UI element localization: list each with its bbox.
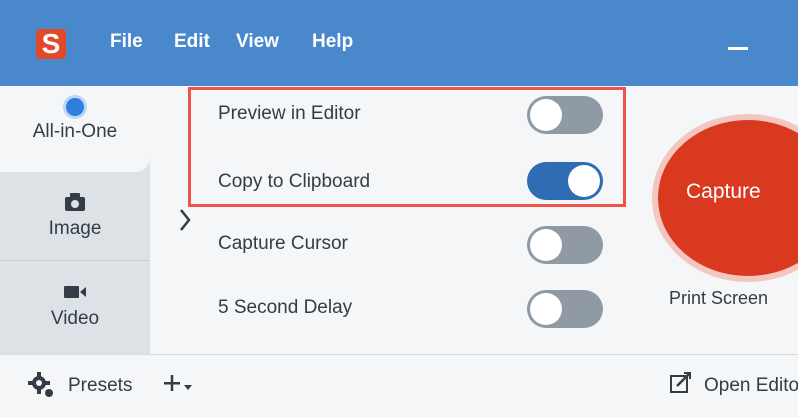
- 5-second-delay-toggle[interactable]: [527, 290, 603, 328]
- snagit-logo-icon: S: [36, 29, 66, 59]
- minimize-button[interactable]: [726, 33, 750, 57]
- menu-file[interactable]: File: [110, 31, 143, 53]
- tab-image-label: Image: [48, 218, 102, 239]
- toggle-knob: [568, 165, 600, 197]
- tab-all-in-one-label: All-in-One: [32, 121, 118, 142]
- capture-button-label[interactable]: Capture: [686, 180, 761, 204]
- tab-video-label: Video: [50, 308, 100, 329]
- capture-cursor-toggle[interactable]: [527, 226, 603, 264]
- camera-icon: [65, 193, 85, 211]
- snagit-capture-window: S File Edit View Help All-in-One Image V…: [0, 0, 798, 417]
- video-camera-icon: [64, 286, 86, 298]
- option-capture-cursor-label: Capture Cursor: [218, 233, 348, 254]
- all-in-one-radio-icon: [63, 95, 87, 119]
- preview-in-editor-toggle[interactable]: [527, 96, 603, 134]
- tab-image[interactable]: Image: [0, 172, 150, 261]
- option-5-second-delay-label: 5 Second Delay: [218, 297, 353, 318]
- capture-shortcut-label: Print Screen: [669, 288, 769, 308]
- open-editor-button[interactable]: Open Editor: [704, 375, 798, 397]
- chevron-right-icon: [180, 209, 191, 231]
- toggle-knob: [530, 293, 562, 325]
- option-preview-in-editor-label: Preview in Editor: [218, 103, 361, 124]
- toggle-knob: [530, 229, 562, 261]
- presets-button[interactable]: Presets: [68, 375, 132, 397]
- option-copy-to-clipboard-label: Copy to Clipboard: [218, 171, 371, 192]
- menu-edit[interactable]: Edit: [174, 31, 210, 53]
- menu-view[interactable]: View: [236, 31, 279, 53]
- title-bar: S File Edit View Help: [0, 0, 798, 86]
- gear-icon[interactable]: [28, 372, 54, 398]
- menu-help[interactable]: Help: [312, 31, 353, 53]
- add-preset-dropdown-icon[interactable]: [164, 372, 200, 398]
- tab-all-in-one[interactable]: All-in-One: [0, 86, 150, 172]
- open-editor-icon[interactable]: [670, 372, 692, 394]
- window-edge: [786, 0, 798, 86]
- tab-video[interactable]: Video: [0, 262, 150, 354]
- capture-type-tabs: All-in-One Image Video: [0, 86, 150, 354]
- toggle-knob: [530, 99, 562, 131]
- copy-to-clipboard-toggle[interactable]: [527, 162, 603, 200]
